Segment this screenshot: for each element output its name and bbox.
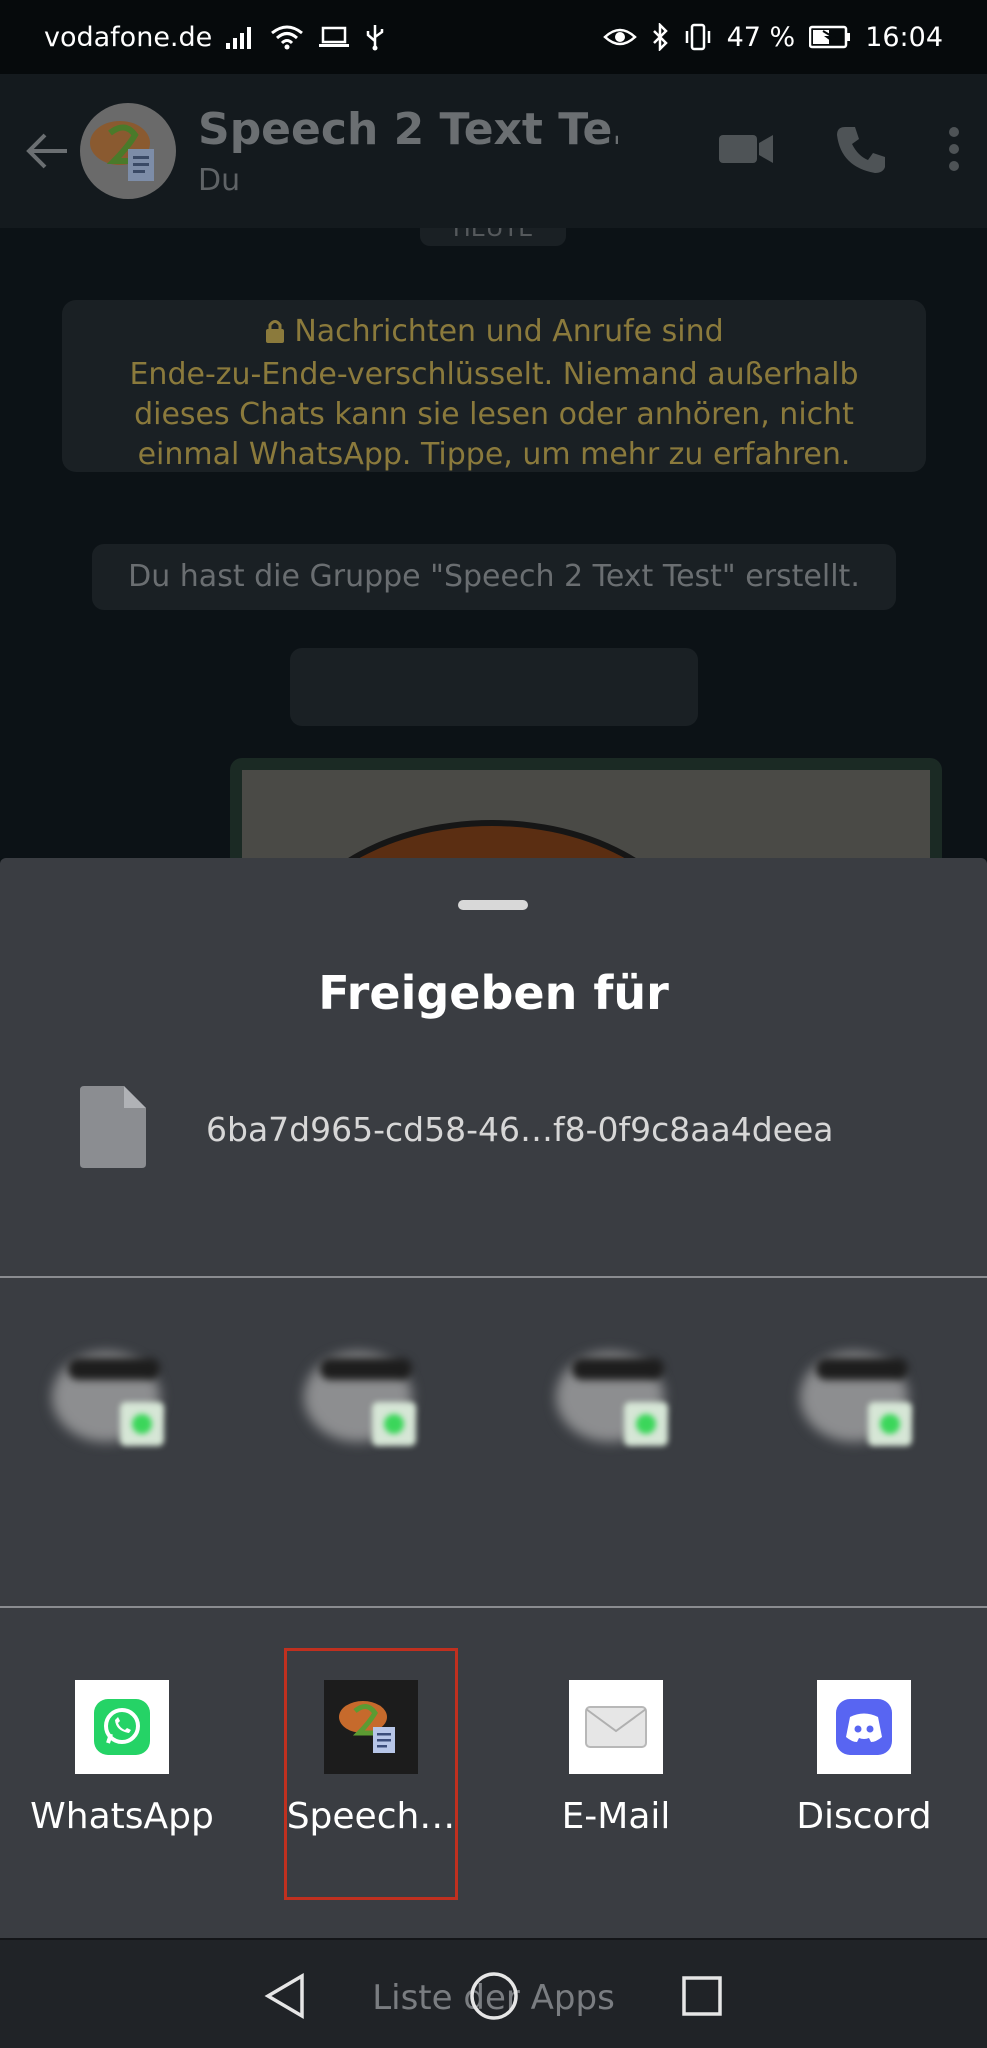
contact-avatar-detail [816, 1358, 908, 1380]
back-arrow-icon[interactable] [18, 122, 76, 180]
app-label: E-Mail [561, 1796, 671, 1837]
clock: 16:04 [865, 21, 943, 53]
drag-handle[interactable] [458, 900, 528, 910]
file-name: 6ba7d965-cd58-46…f8-0f9c8aa4deea [206, 1109, 834, 1149]
whatsapp-badge-icon [132, 1414, 152, 1434]
chat-area: HEUTE Nachrichten und Anrufe sind Ende-z… [0, 228, 987, 858]
blank-system-chip [290, 648, 698, 726]
direct-share-target[interactable] [552, 1338, 672, 1458]
divider [0, 1276, 987, 1278]
chat-subtitle: Du [198, 163, 241, 198]
encryption-text-3: dieses Chats kann sie lesen oder anhören… [134, 397, 854, 432]
app-target-discord[interactable]: Discord [764, 1648, 964, 1898]
direct-share-target[interactable] [48, 1338, 168, 1458]
system-message: Du hast die Gruppe "Speech 2 Text Test" … [92, 544, 896, 610]
image-message[interactable] [230, 758, 942, 858]
contact-avatar-detail [68, 1358, 160, 1380]
chat-titles[interactable]: Speech 2 Text Te… Du [198, 104, 618, 198]
email-icon [569, 1680, 663, 1774]
recents-nav-icon[interactable] [672, 1966, 732, 2026]
signal-icon [226, 25, 256, 49]
battery-percent: 47 % [726, 21, 796, 53]
whatsapp-badge-icon [384, 1414, 404, 1434]
encryption-text-2: Ende-zu-Ende-verschlüsselt. Niemand auße… [129, 357, 859, 392]
app-targets-row: WhatsApp Speech… E-Mail Discord [0, 1648, 987, 1898]
discord-icon [817, 1680, 911, 1774]
carrier-label: vodafone.de [44, 21, 213, 53]
shared-file-row: 6ba7d965-cd58-46…f8-0f9c8aa4deea [80, 1086, 833, 1172]
app-target-speech[interactable]: Speech… [271, 1648, 471, 1898]
app-label: Speech… [286, 1796, 456, 1837]
encryption-notice[interactable]: Nachrichten und Anrufe sind Ende-zu-Ende… [62, 300, 926, 472]
whatsapp-icon [75, 1680, 169, 1774]
navigation-bar: Liste der Apps [0, 1938, 987, 2048]
battery-charging-icon [809, 25, 851, 49]
app-target-whatsapp[interactable]: WhatsApp [22, 1648, 222, 1898]
image-preview [242, 770, 930, 858]
encryption-text-1: Nachrichten und Anrufe sind [294, 314, 724, 349]
app-label: WhatsApp [30, 1796, 214, 1837]
header-actions [717, 123, 961, 179]
home-nav-icon[interactable] [464, 1966, 524, 2026]
status-left: vodafone.de [44, 22, 386, 53]
status-bar: vodafone.de 47 % 16:04 [0, 0, 987, 74]
date-chip: HEUTE [420, 228, 566, 246]
bluetooth-icon [651, 23, 669, 51]
speech2text-icon [324, 1680, 418, 1774]
app-label: Discord [796, 1796, 932, 1837]
contact-avatar-detail [572, 1358, 664, 1380]
chat-header: Speech 2 Text Te… Du [0, 74, 987, 228]
eye-comfort-icon [602, 25, 637, 49]
direct-share-target[interactable] [300, 1338, 420, 1458]
file-icon [80, 1086, 146, 1172]
vibrate-icon [683, 23, 713, 51]
whatsapp-badge-icon [636, 1414, 656, 1434]
image-content-shape [282, 820, 702, 858]
more-options-icon[interactable] [947, 126, 961, 176]
usb-icon [364, 23, 386, 51]
encryption-line: Nachrichten und Anrufe sind [62, 312, 926, 355]
chat-title: Speech 2 Text Te… [198, 104, 618, 155]
encryption-text-4: einmal WhatsApp. Tippe, um mehr zu erfah… [137, 437, 851, 472]
direct-share-row [0, 1338, 987, 1498]
whatsapp-badge-icon [880, 1414, 900, 1434]
group-avatar[interactable] [80, 103, 176, 199]
contact-avatar-detail [320, 1358, 412, 1380]
sheet-title: Freigeben für [318, 966, 669, 1020]
app-target-email[interactable]: E-Mail [516, 1648, 716, 1898]
back-nav-icon[interactable] [254, 1966, 314, 2026]
lock-icon [264, 315, 286, 355]
share-sheet: Freigeben für 6ba7d965-cd58-46…f8-0f9c8a… [0, 858, 987, 1938]
video-call-icon[interactable] [717, 131, 775, 171]
laptop-icon [318, 25, 350, 49]
wifi-icon [270, 24, 304, 50]
voice-call-icon[interactable] [835, 123, 887, 179]
direct-share-target[interactable] [796, 1338, 916, 1458]
status-right: 47 % 16:04 [602, 21, 943, 53]
divider [0, 1606, 987, 1608]
